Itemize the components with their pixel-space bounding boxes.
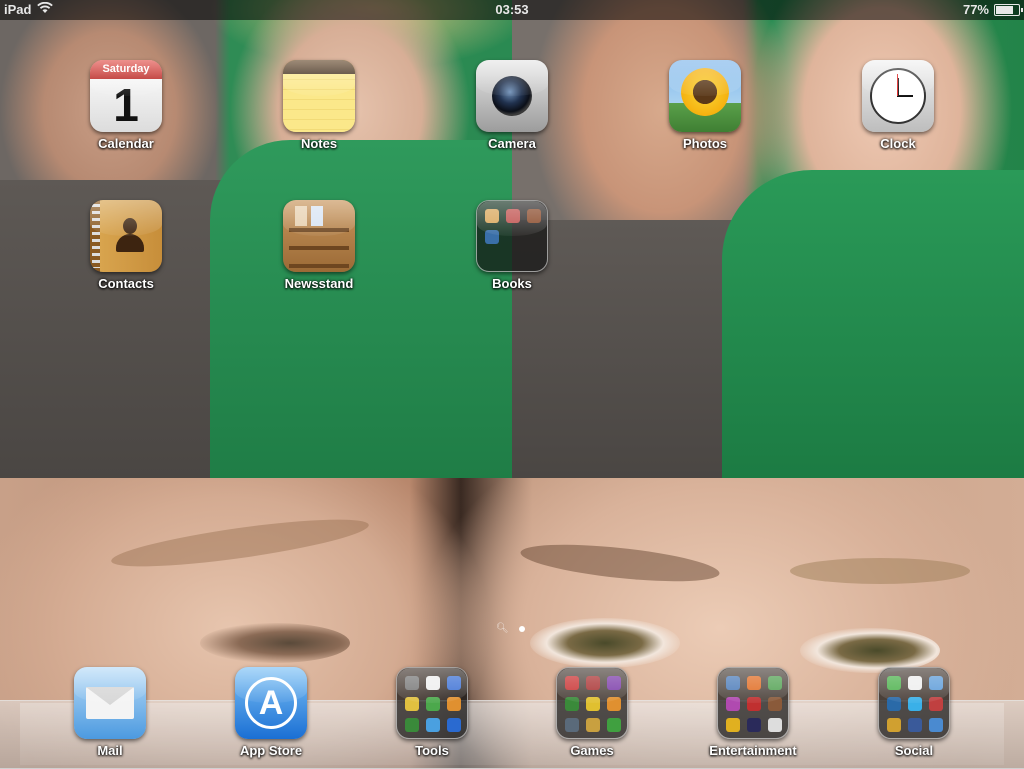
status-bar: iPad 03:53 77% [0, 0, 1024, 20]
calendar-icon: Saturday 1 [90, 60, 162, 132]
app-label: Games [570, 743, 614, 758]
app-label: Calendar [98, 136, 154, 151]
clock-time: 03:53 [495, 2, 529, 17]
app-label: Social [894, 743, 934, 758]
app-label: Contacts [98, 276, 154, 291]
folder-books[interactable]: Books [452, 200, 572, 291]
page-indicator[interactable]: 🔍︎ [496, 624, 525, 634]
app-clock[interactable]: Clock [838, 60, 958, 151]
folder-icon [717, 667, 789, 739]
app-store-icon: A [235, 667, 307, 739]
notes-icon [283, 60, 355, 132]
app-label: Mail [97, 743, 123, 758]
app-notes[interactable]: Notes [259, 60, 379, 151]
app-label: Notes [300, 136, 338, 151]
app-contacts[interactable]: Contacts [66, 200, 186, 291]
camera-icon [476, 60, 548, 132]
app-label: Clock [880, 136, 916, 151]
folder-icon [878, 667, 950, 739]
app-calendar[interactable]: Saturday 1 Calendar [66, 60, 186, 151]
folder-games[interactable]: Games [532, 667, 652, 758]
spotlight-search-icon[interactable]: 🔍︎ [496, 624, 509, 634]
app-label: App Store [239, 743, 303, 758]
newsstand-icon [283, 200, 355, 272]
photos-icon [669, 60, 741, 132]
folder-entertainment[interactable]: Entertainment [693, 667, 813, 758]
folder-icon [396, 667, 468, 739]
app-photos[interactable]: Photos [645, 60, 765, 151]
app-mail[interactable]: Mail [50, 667, 170, 758]
app-newsstand[interactable]: Newsstand [259, 200, 379, 291]
battery-icon [994, 3, 1023, 16]
app-label: Photos [682, 136, 728, 151]
folder-social[interactable]: Social [854, 667, 974, 758]
page-dot[interactable] [518, 626, 525, 632]
app-label: Entertainment [709, 743, 797, 758]
app-label: Newsstand [284, 276, 354, 291]
mail-icon [74, 667, 146, 739]
app-app-store[interactable]: A App Store [211, 667, 331, 758]
app-camera[interactable]: Camera [452, 60, 572, 151]
folder-tools[interactable]: Tools [372, 667, 492, 758]
battery-percent: 77% [962, 2, 989, 17]
app-label: Tools [415, 743, 449, 758]
calendar-weekday: Saturday [90, 60, 162, 79]
folder-icon [476, 200, 548, 272]
app-label: Camera [488, 136, 536, 151]
clock-icon [862, 60, 934, 132]
contacts-icon [90, 200, 162, 272]
calendar-day: 1 [113, 79, 139, 131]
folder-icon [556, 667, 628, 739]
app-label: Books [492, 276, 532, 291]
